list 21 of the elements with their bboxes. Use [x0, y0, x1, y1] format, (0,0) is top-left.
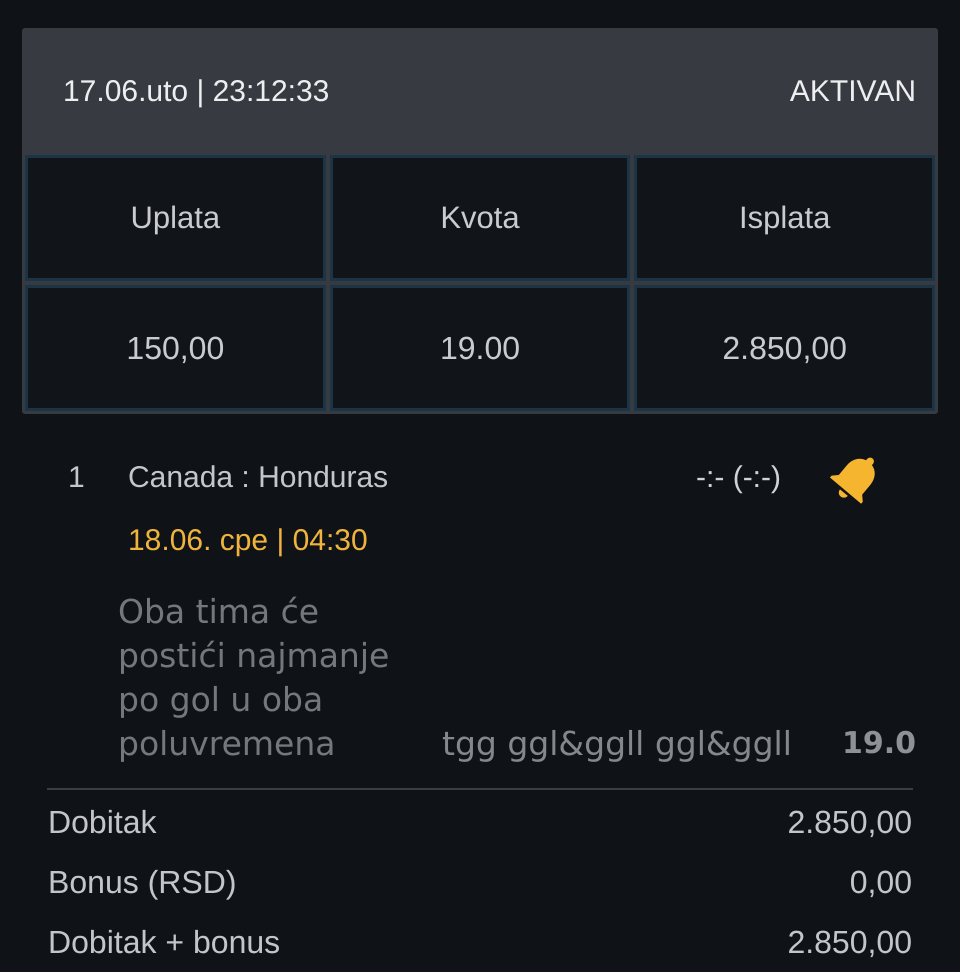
table-header-cell: Isplata	[634, 155, 935, 281]
table-header-cell: Uplata	[25, 155, 326, 281]
ticket-status: AKTIVAN	[790, 74, 916, 110]
ticket-datetime: 17.06.uto | 23:12:33	[63, 74, 330, 110]
table-cell: 2.850,00	[634, 285, 935, 411]
table-header-cell: Kvota	[330, 155, 630, 281]
total-value: 2.850,00	[787, 924, 912, 960]
pick-label: tgg ggl&ggll ggl&ggll	[442, 723, 792, 765]
total-label: Dobitak	[48, 804, 156, 840]
total-label: Dobitak + bonus	[48, 924, 280, 960]
odds-value: 19.0	[842, 725, 916, 763]
kickoff-time: 18.06. cpe | 04:30	[128, 522, 368, 558]
table-cell: 150,00	[25, 285, 326, 411]
table-cell: 19.00	[330, 285, 630, 411]
match-score: -:- (-:-)	[696, 460, 781, 496]
match-teams: Canada : Honduras	[128, 460, 390, 496]
match-number: 1	[68, 460, 86, 496]
total-value: 0,00	[850, 864, 912, 900]
total-value: 2.850,00	[787, 804, 912, 840]
market-description: Oba tima će postići najmanje po gol u oba poluvremena	[118, 591, 390, 765]
total-label: Bonus (RSD)	[48, 864, 236, 900]
